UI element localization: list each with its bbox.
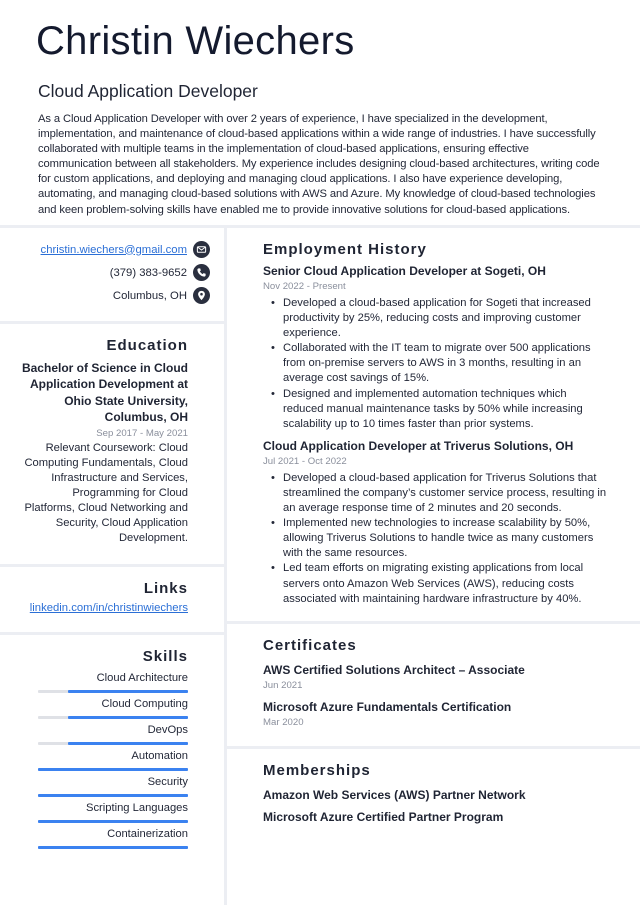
location-text: Columbus, OH (112, 289, 187, 302)
certificate-item: Microsoft Azure Fundamentals Certificati… (263, 699, 610, 730)
skill-item: Scripting Languages (38, 800, 188, 823)
skill-name: Security (147, 776, 188, 788)
job-bullet: Implemented new technologies to increase… (271, 516, 610, 561)
skills-list: Cloud Architecture Cloud Computing DevOps A… (38, 670, 188, 849)
certificate-item: AWS Certified Solutions Architect – Asso… (263, 662, 610, 693)
job-entry: Cloud Application Developer at Triverus … (263, 438, 610, 607)
skill-level-bar (38, 690, 188, 693)
job-bullet: Designed and implemented automation tech… (271, 387, 610, 432)
education-dates: Sep 2017 - May 2021 (96, 427, 188, 439)
education-heading: Education (106, 337, 188, 354)
employment-heading: Employment History (263, 241, 427, 258)
job-dates: Nov 2022 - Present (263, 281, 346, 292)
skill-level-bar (38, 742, 188, 745)
links-section: Links linkedin.com/in/christinwiechers (0, 567, 224, 632)
right-column: Employment History Senior Cloud Applicat… (227, 228, 640, 905)
linkedin-link[interactable]: linkedin.com/in/christinwiechers (20, 602, 188, 614)
candidate-name: Christin Wiechers (36, 19, 355, 63)
skills-section: Skills Cloud Architecture Cloud Computing… (0, 635, 224, 905)
contact-email-row: christin.wiechers@gmail.com (0, 238, 210, 261)
skill-item: DevOps (38, 722, 188, 745)
skill-level-bar (38, 846, 188, 849)
certificate-date: Mar 2020 (263, 717, 304, 728)
skill-name: Containerization (107, 828, 188, 840)
links-heading: Links (143, 580, 188, 597)
education-degree: Bachelor of Science in Cloud Application… (21, 361, 188, 425)
skills-heading: Skills (142, 648, 188, 665)
skill-level-bar (38, 820, 188, 823)
contact-location-row: Columbus, OH (0, 284, 210, 307)
job-title: Cloud Application Developer (38, 81, 258, 101)
job-bullet: Developed a cloud-based application for … (271, 471, 610, 516)
skill-item: Cloud Architecture (38, 670, 188, 693)
contact-phone-row: (379) 383-9652 (0, 261, 210, 284)
skill-level-fill (38, 820, 188, 823)
resume-header: Christin Wiechers Cloud Application Deve… (0, 0, 640, 225)
job-title: Cloud Application Developer at Triverus … (263, 438, 574, 453)
resume-page: Christin Wiechers Cloud Application Deve… (0, 0, 640, 905)
email-link[interactable]: christin.wiechers@gmail.com (41, 244, 187, 256)
map-pin-icon (193, 287, 210, 304)
skill-level-fill (68, 690, 188, 693)
job-bullets: Developed a cloud-based application for … (263, 471, 610, 607)
skill-level-fill (68, 716, 188, 719)
membership-item: Amazon Web Services (AWS) Partner Networ… (263, 788, 526, 802)
skill-level-fill (38, 846, 188, 849)
job-bullet: Led team efforts on migrating existing a… (271, 561, 610, 606)
skill-item: Cloud Computing (38, 696, 188, 719)
skill-level-bar (38, 768, 188, 771)
education-description: Relevant Coursework: Cloud Computing Fun… (24, 441, 188, 545)
skill-level-fill (38, 794, 188, 797)
profile-summary: As a Cloud Application Developer with ov… (38, 113, 600, 216)
skill-name: Cloud Architecture (96, 672, 188, 684)
skill-name: Scripting Languages (85, 802, 188, 814)
skill-level-bar (38, 794, 188, 797)
job-bullet: Collaborated with the IT team to migrate… (271, 341, 610, 386)
job-title: Senior Cloud Application Developer at So… (263, 264, 546, 278)
skill-name: Cloud Computing (101, 698, 188, 710)
skill-level-fill (38, 768, 188, 771)
membership-item: Microsoft Azure Certified Partner Progra… (263, 810, 504, 824)
certificate-name: Microsoft Azure Fundamentals Certificati… (263, 700, 512, 714)
job-bullets: Developed a cloud-based application for … (263, 296, 610, 432)
resume-body: christin.wiechers@gmail.com (379) 383-96… (0, 228, 640, 905)
phone-number: (379) 383-9652 (109, 266, 187, 279)
left-column: christin.wiechers@gmail.com (379) 383-96… (0, 228, 224, 905)
memberships-heading: Memberships (263, 762, 371, 779)
skill-level-fill (68, 742, 188, 745)
job-bullet: Developed a cloud-based application for … (271, 296, 610, 341)
certificate-name: AWS Certified Solutions Architect – Asso… (263, 663, 525, 677)
certificates-heading: Certificates (263, 637, 357, 654)
memberships-section: Memberships Amazon Web Services (AWS) Pa… (227, 749, 640, 905)
skill-item: Automation (38, 748, 188, 771)
certificate-date: Jun 2021 (263, 680, 303, 691)
certificates-section: Certificates AWS Certified Solutions Arc… (227, 624, 640, 746)
employment-section: Employment History Senior Cloud Applicat… (227, 228, 640, 621)
education-section: Education Bachelor of Science in Cloud A… (0, 324, 224, 564)
skill-name: DevOps (147, 724, 188, 736)
skill-level-bar (38, 716, 188, 719)
contact-section: christin.wiechers@gmail.com (379) 383-96… (0, 228, 224, 321)
job-dates: Jul 2021 - Oct 2022 (263, 455, 347, 467)
job-entry: Senior Cloud Application Developer at So… (263, 263, 610, 432)
phone-icon (193, 264, 210, 281)
skill-item: Security (38, 774, 188, 797)
envelope-icon (193, 241, 210, 258)
skill-name: Automation (131, 750, 188, 762)
skill-item: Containerization (38, 826, 188, 849)
